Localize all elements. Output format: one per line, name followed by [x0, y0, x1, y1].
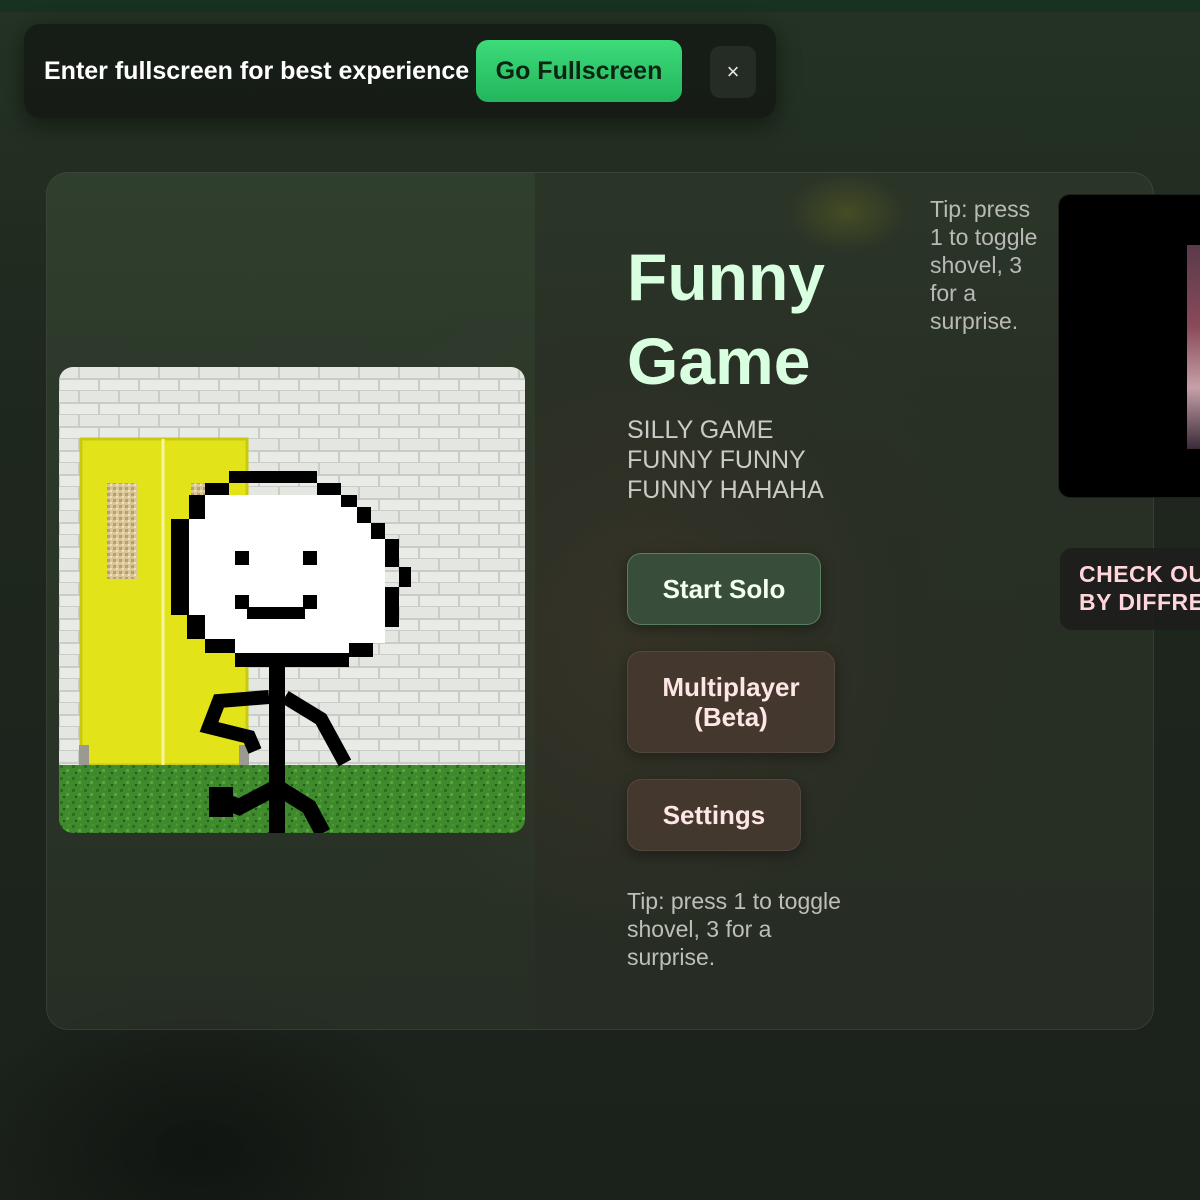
game-subtitle: SILLY GAME FUNNY FUNNY FUNNY HAHAHA — [627, 416, 824, 504]
promo-thumbnail[interactable] — [1187, 245, 1200, 449]
side-tip-text: Tip: press 1 to toggle shovel, 3 for a s… — [930, 196, 1038, 334]
fullscreen-message: Enter fullscreen for best experience — [44, 56, 470, 85]
close-icon[interactable]: × — [710, 46, 756, 98]
start-solo-button[interactable]: Start Solo — [627, 553, 821, 625]
promo-banner[interactable]: CHECK OU BY DIFFRE — [1060, 548, 1200, 630]
main-menu-card: Funny Game SILLY GAME FUNNY FUNNY FUNNY … — [46, 172, 1154, 1030]
tip-text: Tip: press 1 to toggle shovel, 3 for a s… — [627, 888, 841, 970]
fullscreen-banner: Enter fullscreen for best experience Go … — [24, 24, 776, 118]
go-fullscreen-button[interactable]: Go Fullscreen — [476, 40, 682, 102]
top-strip — [0, 0, 1200, 12]
multiplayer-button[interactable]: Multiplayer (Beta) — [627, 651, 835, 753]
game-preview-image — [59, 367, 525, 833]
promo-banner-text: CHECK OU BY DIFFRE — [1079, 561, 1200, 615]
game-title: Funny Game — [627, 240, 825, 398]
game-art-svg — [59, 367, 525, 833]
settings-button[interactable]: Settings — [627, 779, 801, 851]
promo-video-panel[interactable] — [1058, 194, 1200, 498]
